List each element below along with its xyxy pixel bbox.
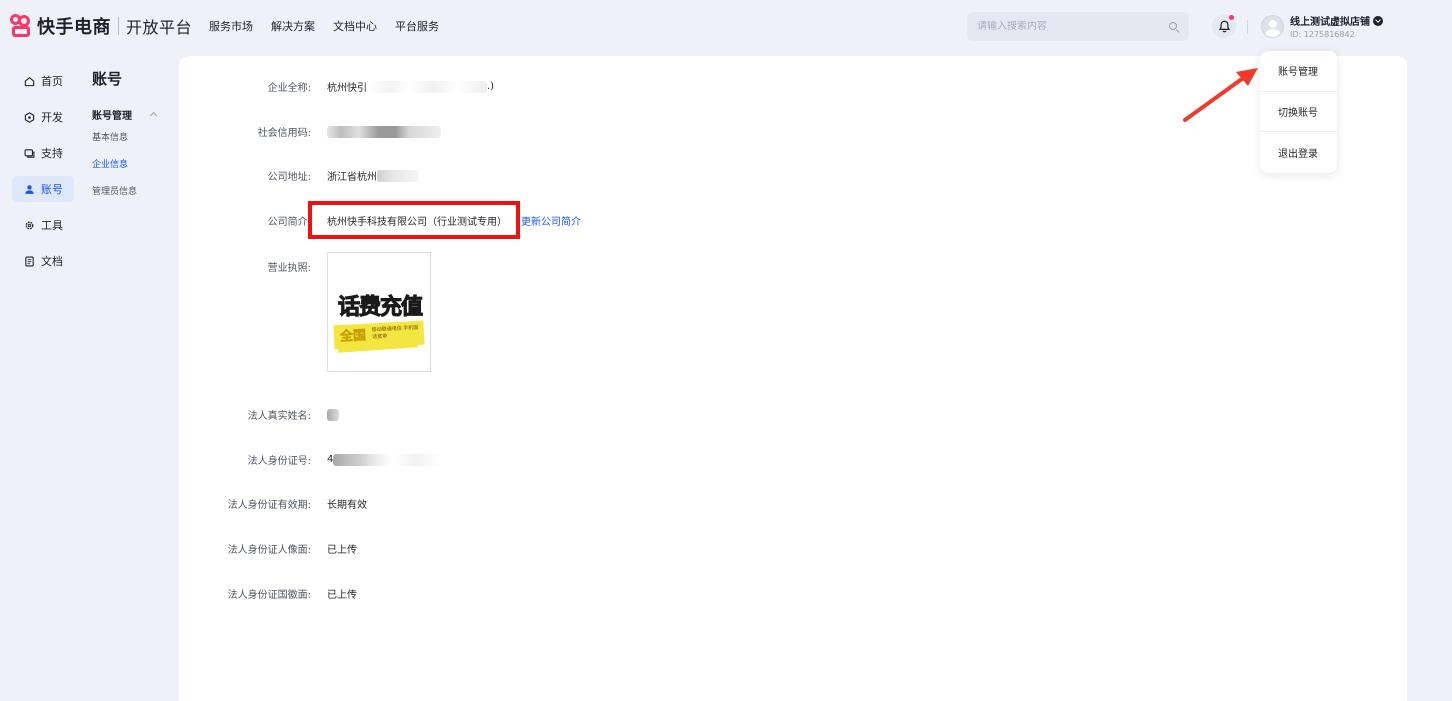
legal-id-label: 法人身份证号: bbox=[247, 456, 311, 467]
sidebar-item-docs[interactable]: 文档 bbox=[12, 248, 74, 274]
id-validity-value: 长期有效 bbox=[327, 500, 367, 511]
sidebar-item-label: 支持 bbox=[41, 147, 63, 160]
address-label: 公司地址: bbox=[267, 172, 311, 183]
nav-solutions[interactable]: 解决方案 bbox=[271, 18, 315, 34]
avatar[interactable] bbox=[1261, 14, 1284, 38]
dropdown-item-logout[interactable]: 退出登录 bbox=[1260, 132, 1337, 173]
primary-sidebar: 首页 开发 支持 账号 工具 文档 bbox=[12, 68, 74, 284]
sidebar-item-label: 文档 bbox=[41, 255, 63, 268]
id-back-value: 已上传 bbox=[327, 590, 357, 601]
license-small-text: 移动联通电信 手机固话宽带 bbox=[371, 324, 419, 341]
sidebar-item-label: 首页 bbox=[41, 75, 63, 88]
legal-name-label: 法人真实姓名: bbox=[247, 411, 311, 422]
user-menu-trigger[interactable]: 线上测试虚拟店铺 ID: 1275816842 bbox=[1261, 13, 1383, 39]
user-name: 线上测试虚拟店铺 bbox=[1290, 17, 1370, 28]
secondary-menu: 账号 账号管理 基本信息 企业信息 管理员信息 bbox=[92, 68, 172, 211]
nav-docs-center[interactable]: 文档中心 bbox=[333, 18, 377, 34]
row-id-front: 法人身份证人像面: 已上传 bbox=[179, 541, 357, 556]
row-id-validity: 法人身份证有效期: 长期有效 bbox=[179, 496, 367, 511]
header-divider bbox=[1247, 20, 1248, 34]
id-back-label: 法人身份证国徽面: bbox=[227, 590, 311, 601]
kuaishou-logo-icon bbox=[10, 14, 32, 38]
submenu-title: 账号 bbox=[92, 70, 123, 88]
company-name-value: 杭州快引 bbox=[327, 83, 367, 94]
sidebar-item-label: 账号 bbox=[41, 183, 63, 196]
support-icon bbox=[24, 148, 35, 159]
brand-name: 快手电商 bbox=[37, 17, 111, 38]
row-legal-id: 法人身份证号: 4 bbox=[179, 452, 444, 467]
id-validity-label: 法人身份证有效期: bbox=[227, 500, 311, 511]
search-input[interactable] bbox=[977, 21, 1169, 32]
user-id: ID: 1275816842 bbox=[1290, 30, 1355, 39]
row-id-back: 法人身份证国徽面: 已上传 bbox=[179, 586, 357, 601]
sidebar-item-tools[interactable]: 工具 bbox=[12, 212, 74, 238]
dropdown-item-account-management[interactable]: 账号管理 bbox=[1260, 51, 1337, 92]
gear-icon bbox=[24, 220, 35, 231]
submenu-item-basic-info[interactable]: 基本信息 bbox=[92, 130, 172, 146]
company-name-label: 企业全称: bbox=[267, 83, 311, 94]
company-intro-label: 公司简介: bbox=[267, 217, 311, 228]
bell-icon bbox=[1218, 20, 1230, 32]
business-license-label: 营业执照: bbox=[267, 263, 311, 274]
sidebar-item-label: 工具 bbox=[41, 219, 63, 232]
sidebar-item-label: 开发 bbox=[41, 111, 63, 124]
company-info-card: 企业全称: 杭州快引 .) 社会信用码: 公司地址: 浙江省杭州 公司简介: 杭… bbox=[179, 56, 1407, 701]
row-business-license: 营业执照: bbox=[179, 259, 311, 274]
chevron-down-icon[interactable] bbox=[1373, 15, 1383, 26]
nav-platform-services[interactable]: 平台服务 bbox=[395, 18, 439, 34]
brand-logo[interactable]: 快手电商 开放平台 bbox=[10, 13, 192, 39]
row-company-name: 企业全称: 杭州快引 .) bbox=[179, 79, 494, 94]
notification-button[interactable] bbox=[1212, 14, 1236, 38]
notification-dot bbox=[1229, 15, 1234, 20]
user-icon bbox=[24, 184, 35, 195]
top-header: 快手电商 开放平台 服务市场 解决方案 文档中心 平台服务 线上测试虚拟店铺 I… bbox=[0, 0, 1452, 54]
submenu-item-admin-info[interactable]: 管理员信息 bbox=[92, 184, 172, 200]
arrow-annotation-icon bbox=[1183, 68, 1258, 122]
sidebar-item-home[interactable]: 首页 bbox=[12, 68, 74, 94]
search-bar bbox=[967, 12, 1189, 41]
submenu-group-account-management[interactable]: 账号管理 bbox=[92, 106, 172, 122]
search-icon[interactable] bbox=[1169, 21, 1179, 32]
row-address: 公司地址: 浙江省杭州 bbox=[179, 168, 419, 183]
redacted-block bbox=[333, 453, 444, 466]
code-icon bbox=[24, 111, 35, 123]
submenu-item-company-info[interactable]: 企业信息 bbox=[92, 157, 172, 173]
license-title-text: 话费充值 bbox=[337, 295, 423, 321]
redacted-block bbox=[327, 408, 339, 421]
nav-service-market[interactable]: 服务市场 bbox=[209, 18, 253, 34]
row-legal-name: 法人真实姓名: bbox=[179, 407, 339, 422]
document-icon bbox=[24, 256, 35, 267]
business-license-image[interactable]: 话费充值 全国 移动联通电信 手机固话宽带 bbox=[327, 252, 431, 372]
row-credit-code: 社会信用码: bbox=[179, 124, 441, 139]
sidebar-item-develop[interactable]: 开发 bbox=[12, 104, 74, 130]
company-name-suffix: .) bbox=[487, 81, 495, 92]
id-front-label: 法人身份证人像面: bbox=[227, 545, 311, 556]
redacted-block bbox=[377, 169, 419, 182]
id-front-value: 已上传 bbox=[327, 545, 357, 556]
account-dropdown-menu: 账号管理 切换账号 退出登录 bbox=[1260, 51, 1337, 173]
dropdown-item-switch-account[interactable]: 切换账号 bbox=[1260, 92, 1337, 133]
top-nav: 服务市场 解决方案 文档中心 平台服务 bbox=[209, 18, 439, 34]
brand-subtitle: 开放平台 bbox=[126, 18, 193, 37]
home-icon bbox=[24, 76, 35, 87]
redacted-block bbox=[327, 125, 441, 138]
credit-code-label: 社会信用码: bbox=[257, 128, 311, 139]
sidebar-item-account[interactable]: 账号 bbox=[12, 176, 74, 202]
brand-divider bbox=[118, 17, 119, 35]
highlight-box-annotation bbox=[308, 201, 520, 239]
update-intro-link[interactable]: 更新公司简介 bbox=[521, 213, 581, 228]
redacted-block bbox=[367, 80, 487, 93]
license-band-text: 全国 bbox=[339, 328, 367, 345]
address-value: 浙江省杭州 bbox=[327, 172, 377, 183]
chevron-up-icon[interactable] bbox=[149, 111, 158, 120]
sidebar-item-support[interactable]: 支持 bbox=[12, 140, 74, 166]
